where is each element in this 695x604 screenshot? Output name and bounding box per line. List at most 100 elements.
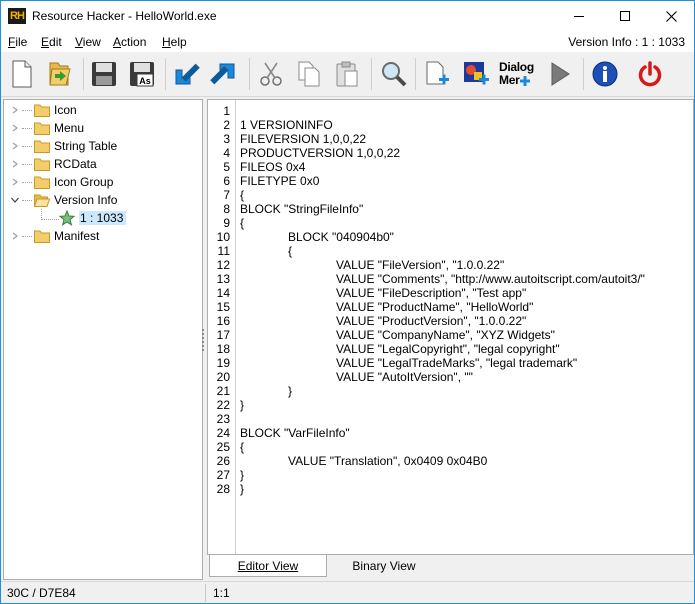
chevron-right-icon[interactable] — [10, 137, 20, 155]
tree-item-version-1033[interactable]: 1 : 1033 — [59, 209, 127, 227]
new-file-icon — [12, 60, 32, 88]
folder-open-icon — [34, 194, 50, 207]
save-icon — [92, 62, 116, 86]
line-number: 28 — [216, 482, 230, 496]
add-resource-button[interactable] — [420, 56, 454, 92]
code-line: { — [288, 244, 293, 258]
line-number: 11 — [217, 244, 230, 258]
dialog-menu-label-bottom: Mer — [499, 73, 520, 87]
line-number: 10 — [216, 230, 230, 244]
tree-item-string-table[interactable]: String Table — [10, 137, 117, 155]
chevron-right-icon[interactable] — [10, 101, 20, 119]
cut-icon — [260, 62, 282, 86]
close-button[interactable] — [648, 1, 694, 31]
menu-edit-label: dit — [49, 35, 62, 49]
tree-item-rcdata[interactable]: RCData — [10, 155, 97, 173]
tab-editor-view-label: Editor View — [237, 559, 299, 573]
code-line: VALUE "LegalTradeMarks", "legal trademar… — [336, 356, 578, 370]
menu-file[interactable]: File — [8, 35, 27, 49]
minimize-button[interactable] — [556, 1, 602, 31]
line-number: 21 — [216, 384, 230, 398]
paste-button[interactable] — [330, 56, 364, 92]
chevron-down-icon[interactable] — [10, 191, 20, 209]
about-button[interactable] — [588, 56, 622, 92]
menu-file-label: ile — [15, 35, 28, 49]
open-file-icon — [49, 62, 71, 86]
tree-item-version-info[interactable]: Version Info — [10, 191, 117, 209]
dialog-menu-icon — [520, 75, 531, 86]
tree-label: Menu — [54, 121, 85, 135]
tree-item-menu[interactable]: Menu — [10, 119, 84, 137]
code-line: VALUE "FileDescription", "Test app" — [336, 286, 527, 300]
save-as-button[interactable]: As — [125, 56, 159, 92]
code-line: VALUE "Comments", "http://www.autoitscri… — [336, 272, 645, 286]
code-line: VALUE "FileVersion", "1.0.0.22" — [336, 258, 505, 272]
tree-label: RCData — [54, 157, 97, 171]
folder-icon — [34, 176, 50, 189]
tab-editor-view[interactable]: Editor View — [209, 555, 327, 577]
line-number: 6 — [223, 174, 230, 188]
menu-help[interactable]: Help — [162, 35, 187, 49]
resource-info-label: Version Info : 1 : 1033 — [568, 35, 685, 49]
folder-icon — [34, 230, 50, 243]
info-icon — [592, 61, 618, 87]
new-button[interactable] — [5, 56, 39, 92]
code-line: VALUE "AutoItVersion", "" — [336, 370, 473, 384]
find-button[interactable] — [376, 56, 410, 92]
menu-help-accel: H — [162, 35, 171, 49]
app-logo: RH — [8, 8, 26, 24]
title-bar[interactable]: RH Resource Hacker - HelloWorld.exe — [1, 1, 694, 31]
exit-button[interactable] — [633, 56, 667, 92]
code-line: FILETYPE 0x0 — [240, 174, 320, 188]
splitter-handle[interactable] — [202, 329, 205, 353]
chevron-right-icon[interactable] — [10, 155, 20, 173]
copy-button[interactable] — [292, 56, 326, 92]
code-line: BLOCK "StringFileInfo" — [240, 202, 364, 216]
compile-icon — [175, 63, 200, 85]
menu-edit[interactable]: Edit — [41, 35, 62, 49]
cut-button[interactable] — [254, 56, 288, 92]
add-image-icon — [464, 62, 489, 85]
tab-binary-view[interactable]: Binary View — [329, 555, 439, 577]
script-editor[interactable]: 1 2 3 4 5 6 7 8 9 10 11 12 13 14 15 16 17 18 19 20 21 22 23 24 2… — [207, 99, 694, 555]
line-number: 4 — [223, 146, 230, 160]
tree-item-icon[interactable]: Icon — [10, 101, 77, 119]
code-line: } — [288, 384, 293, 398]
chevron-right-icon[interactable] — [10, 173, 20, 191]
line-number: 14 — [216, 286, 230, 300]
svg-text:As: As — [139, 76, 151, 86]
code-line: VALUE "CompanyName", "XYZ Widgets" — [336, 328, 555, 342]
menu-view[interactable]: View — [75, 35, 101, 49]
run-icon — [551, 62, 570, 86]
code-line: FILEVERSION 1,0,0,22 — [240, 132, 367, 146]
menu-edit-accel: E — [41, 35, 50, 49]
tree-item-manifest[interactable]: Manifest — [10, 227, 99, 245]
compile-button[interactable] — [169, 56, 203, 92]
run-button[interactable] — [542, 56, 576, 92]
code-line: FILEOS 0x4 — [240, 160, 306, 174]
open-button[interactable] — [43, 56, 77, 92]
resource-tree[interactable]: Icon Menu String Table RCData Icon Group… — [3, 99, 203, 580]
menu-action-label: ction — [121, 35, 147, 49]
line-number: 7 — [223, 188, 230, 202]
menu-view-accel: V — [75, 35, 83, 49]
add-image-button[interactable] — [459, 56, 493, 92]
view-tabs: Editor View Binary View — [207, 555, 694, 579]
line-number: 27 — [216, 468, 230, 482]
code-line: } — [240, 482, 245, 496]
dialog-menu-button[interactable]: Dialog Mer — [499, 56, 537, 92]
close-icon — [665, 10, 677, 22]
menu-help-label: elp — [170, 35, 187, 49]
window-title: Resource Hacker - HelloWorld.exe — [32, 9, 217, 23]
menu-action[interactable]: Action — [113, 35, 146, 49]
extract-button[interactable] — [207, 56, 241, 92]
menu-view-label: iew — [82, 35, 101, 49]
chevron-right-icon[interactable] — [10, 227, 20, 245]
chevron-right-icon[interactable] — [10, 119, 20, 137]
tree-item-icon-group[interactable]: Icon Group — [10, 173, 113, 191]
tree-label: String Table — [54, 139, 118, 153]
paste-icon — [336, 61, 358, 87]
line-number: 23 — [216, 412, 230, 426]
save-button[interactable] — [87, 56, 121, 92]
maximize-button[interactable] — [602, 1, 648, 31]
